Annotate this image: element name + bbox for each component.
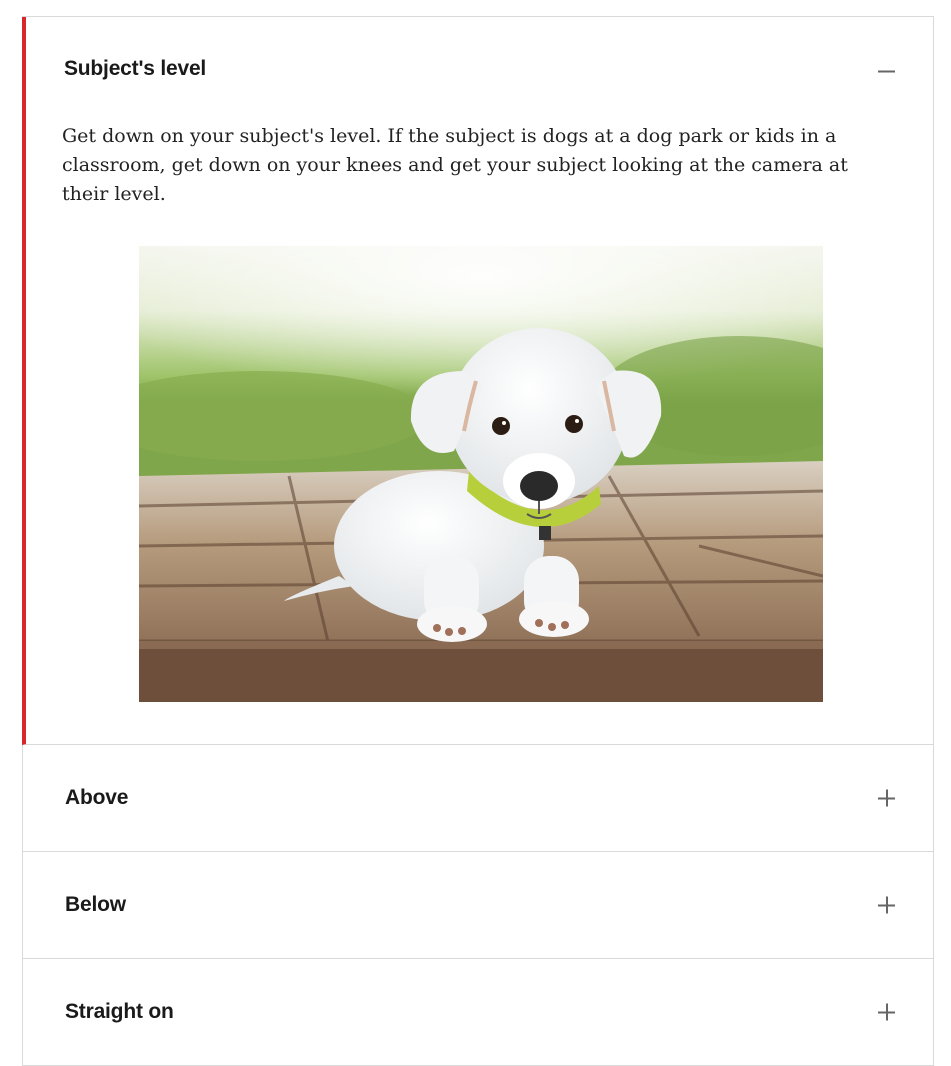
panel-title: Straight on [65,1000,174,1023]
accordion-panel-below: Below [23,852,933,959]
puppy-photo [139,246,823,702]
plus-icon[interactable] [878,789,895,807]
accordion-header-straight-on[interactable]: Straight on [23,959,933,1065]
accordion-header-subjects-level[interactable]: Subject's level [26,17,933,123]
plus-icon[interactable] [878,1003,895,1021]
panel-description: Get down on your subject's level. If the… [62,125,848,205]
accordion-header-above[interactable]: Above [23,745,933,851]
panel-title: Above [65,786,129,809]
accordion-panel-subjects-level: Subject's level Get down on your subject… [22,17,933,745]
accordion-header-below[interactable]: Below [23,852,933,958]
accordion: Subject's level Get down on your subject… [22,16,934,1066]
accordion-panel-straight-on: Straight on [23,959,933,1066]
accordion-panel-above: Above [23,745,933,852]
plus-icon[interactable] [878,896,895,914]
panel-title: Subject's level [64,57,207,80]
accordion-body-subjects-level: Get down on your subject's level. If the… [26,122,933,744]
minus-icon[interactable] [878,63,895,80]
panel-title: Below [65,893,126,916]
